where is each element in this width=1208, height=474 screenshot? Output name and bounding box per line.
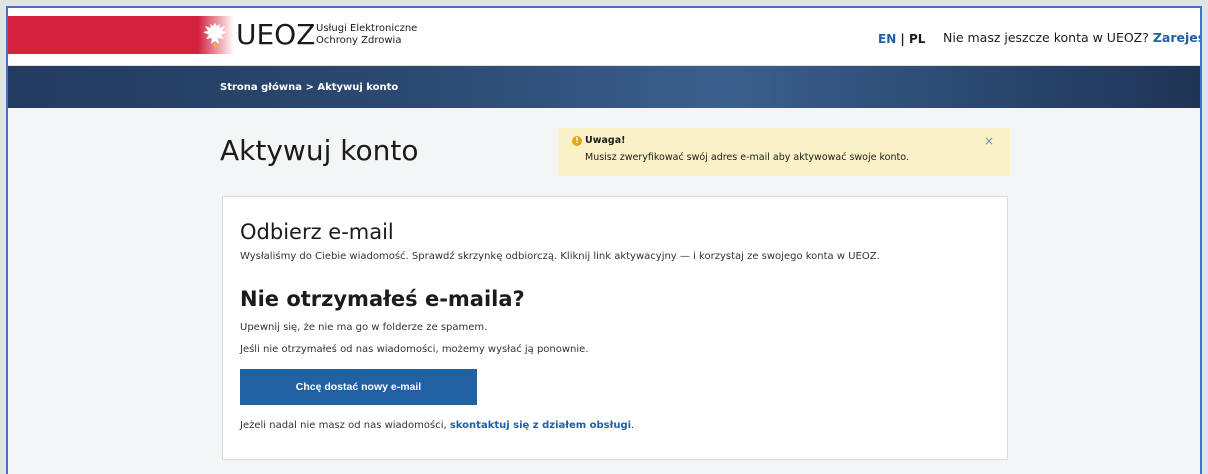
no-email-heading: Nie otrzymałeś e-maila? xyxy=(240,287,525,311)
lang-en-link[interactable]: EN xyxy=(878,32,896,46)
logo-text[interactable]: UEOZ xyxy=(236,20,315,50)
contact-support-suffix: . xyxy=(631,420,635,431)
top-header: UEOZ Usługi Elektroniczne Ochrony Zdrowi… xyxy=(8,8,1200,66)
breadcrumb-home-link[interactable]: Strona główna xyxy=(220,82,302,93)
alert-message: Musisz zweryfikować swój adres e-mail ab… xyxy=(585,152,909,163)
contact-support-text: Jeżeli nadal nie masz od nas wiadomości,… xyxy=(240,420,634,431)
brand-red-band xyxy=(8,16,198,54)
resend-hint: Jeśli nie otrzymałeś od nas wiadomości, … xyxy=(240,344,589,355)
eagle-emblem-icon xyxy=(203,23,227,48)
logo-subtitle: Usługi Elektroniczne Ochrony Zdrowia xyxy=(316,23,417,47)
warning-alert: ! Uwaga! Musisz zweryfikować swój adres … xyxy=(558,128,1010,176)
breadcrumb-separator: > xyxy=(301,82,318,93)
logo-subtitle-line2: Ochrony Zdrowia xyxy=(316,35,402,46)
breadcrumb: Strona główna > Aktywuj konto xyxy=(220,82,398,93)
lang-pl-link[interactable]: PL xyxy=(909,32,925,46)
breadcrumb-current: Aktywuj konto xyxy=(317,82,399,93)
close-icon[interactable]: × xyxy=(984,134,994,148)
breadcrumb-band xyxy=(8,66,1200,108)
alert-title: Uwaga! xyxy=(585,135,626,146)
activation-card: Odbierz e-mail Wysłaliśmy do Ciebie wiad… xyxy=(222,196,1008,460)
logo-subtitle-line1: Usługi Elektroniczne xyxy=(316,23,418,34)
register-prompt-text: Nie masz jeszcze konta w UEOZ? xyxy=(943,30,1153,45)
receive-email-text: Wysłaliśmy do Ciebie wiadomość. Sprawdź … xyxy=(240,251,880,262)
receive-email-heading: Odbierz e-mail xyxy=(240,220,394,244)
browser-frame: UEOZ Usługi Elektroniczne Ochrony Zdrowi… xyxy=(6,6,1202,474)
lang-separator: | xyxy=(896,32,909,46)
register-link[interactable]: Zarejestruj się xyxy=(1153,30,1200,45)
contact-support-link[interactable]: skontaktuj się z działem obsługi xyxy=(450,420,631,431)
register-prompt: Nie masz jeszcze konta w UEOZ? Zarejestr… xyxy=(943,30,1200,45)
resend-email-button[interactable]: Chcę dostać nowy e-mail xyxy=(240,369,477,405)
spam-folder-hint: Upewnij się, że nie ma go w folderze ze … xyxy=(240,322,488,333)
contact-support-prefix: Jeżeli nadal nie masz od nas wiadomości, xyxy=(240,420,450,431)
warning-icon: ! xyxy=(572,136,582,146)
language-switcher: EN | PL xyxy=(878,32,925,46)
page-title: Aktywuj konto xyxy=(220,134,419,167)
